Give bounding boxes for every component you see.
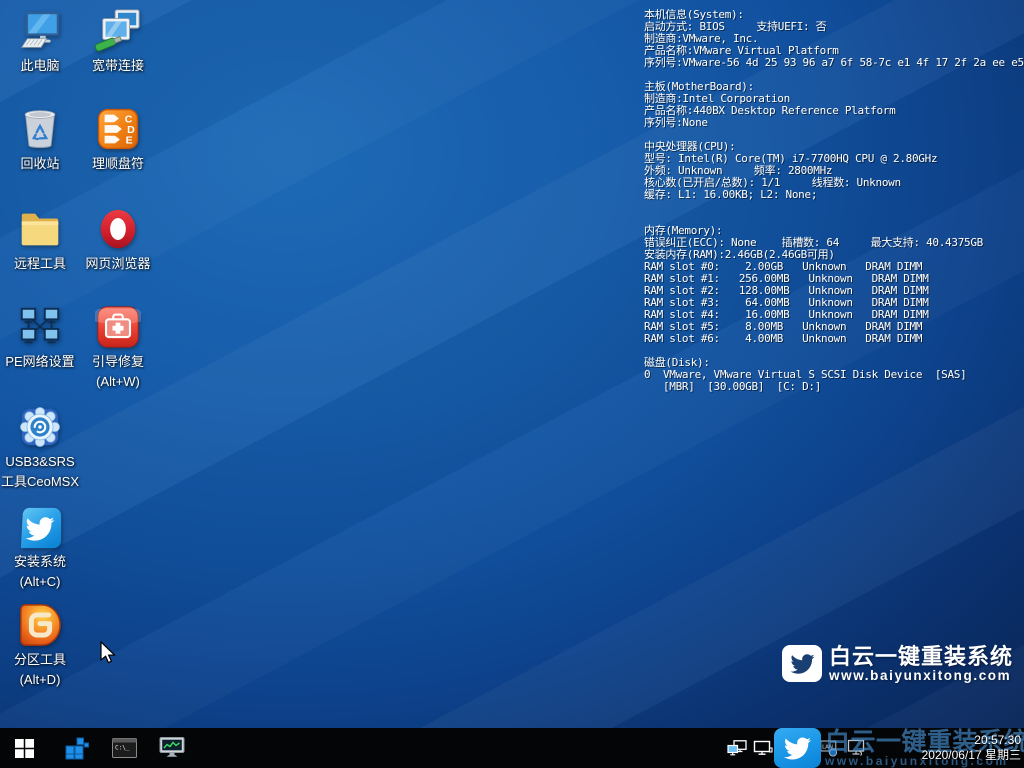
twitter-bird-icon bbox=[782, 735, 813, 762]
system-info-motherboard: 主板(MotherBoard): 制造商:Intel Corporation 产… bbox=[644, 81, 1024, 129]
mouse-cursor bbox=[100, 641, 119, 665]
system-info-cpu: 中央处理器(CPU): 型号: Intel(R) Core(TM) i7-770… bbox=[644, 141, 1024, 201]
icon-label: 此电脑 bbox=[1, 57, 79, 74]
icon-label: USB3&SRS bbox=[1, 453, 79, 470]
desktop-icon-pe-network[interactable]: PE网络设置 bbox=[1, 304, 79, 370]
icon-label: 宽带连接 bbox=[79, 57, 157, 74]
opera-browser-icon bbox=[95, 206, 141, 252]
taskbar-clock[interactable]: 20:57:30 2020/06/17 星期三 bbox=[922, 733, 1021, 763]
icon-label: 网页浏览器 bbox=[79, 255, 157, 272]
recycle-bin-icon bbox=[17, 106, 63, 152]
desktop-icon-recycle-bin[interactable]: 回收站 bbox=[1, 106, 79, 172]
desktop-icon-boot-repair[interactable]: 引导修复 (Alt+W) bbox=[79, 304, 157, 390]
taskbar-app-task-manager[interactable] bbox=[148, 728, 196, 768]
desktop-icon-drive-letter-tool[interactable]: C D E 理顺盘符 bbox=[79, 106, 157, 172]
tray-hidden-icons: LAN bbox=[820, 728, 867, 768]
cmd-prompt-text: C:\_ bbox=[115, 745, 130, 752]
folder-icon bbox=[17, 206, 63, 252]
taskbar: C:\_ bbox=[0, 728, 1024, 768]
network-settings-icon bbox=[17, 304, 63, 350]
twitter-bird-icon bbox=[789, 652, 816, 676]
icon-label: 回收站 bbox=[1, 155, 79, 172]
icon-label: 引导修复 bbox=[79, 353, 157, 370]
watermark-url: www.baiyunxitong.com bbox=[829, 669, 1013, 683]
icon-label-line2: 工具CeoMSX bbox=[1, 473, 79, 490]
cmd-window-icon: C:\_ bbox=[112, 737, 137, 759]
icon-label: 安装系统 bbox=[1, 553, 79, 570]
start-button[interactable] bbox=[0, 728, 48, 768]
monitor-network-icon bbox=[753, 740, 773, 757]
desktop-area: 此电脑 宽带连接 bbox=[0, 0, 1024, 728]
system-info-disk: 磁盘(Disk): 0 VMware, VMware Virtual S SCS… bbox=[644, 357, 1024, 393]
desktop-icon-remote-tools[interactable]: 远程工具 bbox=[1, 206, 79, 272]
lan-tray-icon[interactable]: LAN bbox=[820, 739, 838, 757]
desktop-icon-this-pc[interactable]: 此电脑 bbox=[1, 8, 79, 74]
clock-time: 20:57:30 bbox=[922, 733, 1021, 748]
brand-watermark: 白云一键重装系统 www.baiyunxitong.com bbox=[782, 645, 1013, 683]
windows-logo-icon bbox=[15, 739, 34, 758]
twitter-bird-tile-icon bbox=[17, 504, 63, 550]
computer-icon bbox=[17, 8, 63, 54]
desktop-icon-web-browser[interactable]: 网页浏览器 bbox=[79, 206, 157, 272]
desktop-icon-usb3-srs-tool[interactable]: USB3&SRS 工具CeoMSX bbox=[1, 404, 79, 490]
twitter-bird-badge bbox=[782, 645, 822, 682]
desktop-icon-broadband[interactable]: 宽带连接 bbox=[79, 8, 157, 74]
system-info-panel: 本机信息(System): 启动方式: BIOS 支持UEFI: 否 制造商:V… bbox=[644, 9, 1024, 668]
system-info-system: 本机信息(System): 启动方式: BIOS 支持UEFI: 否 制造商:V… bbox=[644, 9, 1024, 69]
pe-desktop: 此电脑 宽带连接 bbox=[0, 0, 1024, 768]
twitter-bird-badge-taskbar bbox=[774, 728, 821, 768]
system-info-memory: 内存(Memory): 错误纠正(ECC): None 插槽数: 64 最大支持… bbox=[644, 225, 1024, 345]
system-tray bbox=[724, 728, 776, 768]
icon-label-line2: (Alt+W) bbox=[79, 373, 157, 390]
first-aid-kit-icon bbox=[95, 304, 141, 350]
clock-date: 2020/06/17 星期三 bbox=[922, 748, 1021, 763]
broadband-connection-icon bbox=[95, 8, 141, 54]
taskbar-app-command-prompt[interactable]: C:\_ bbox=[100, 728, 148, 768]
icon-label-line2: (Alt+D) bbox=[1, 671, 79, 688]
performance-monitor-icon bbox=[159, 736, 185, 760]
drive-letter-e: E bbox=[126, 134, 133, 146]
icon-label: 远程工具 bbox=[1, 255, 79, 272]
icon-label: 分区工具 bbox=[1, 651, 79, 668]
gear-swirl-icon bbox=[17, 404, 63, 450]
blue-cubes-icon bbox=[63, 735, 89, 761]
watermark-title: 白云一键重装系统 bbox=[829, 645, 1013, 669]
dual-display-icon bbox=[727, 740, 747, 757]
tray-network-display[interactable] bbox=[750, 728, 776, 768]
icon-label-line2: (Alt+C) bbox=[1, 573, 79, 590]
tray-display-settings[interactable] bbox=[724, 728, 750, 768]
diskgenius-icon bbox=[17, 602, 63, 648]
display-tray-icon[interactable] bbox=[847, 739, 867, 757]
desktop-icon-install-system[interactable]: 安装系统 (Alt+C) bbox=[1, 504, 79, 590]
taskbar-app-registry-tool[interactable] bbox=[52, 728, 100, 768]
icon-label: 理顺盘符 bbox=[79, 155, 157, 172]
desktop-icon-partition-tool[interactable]: 分区工具 (Alt+D) bbox=[1, 602, 79, 688]
drive-letters-icon: C D E bbox=[95, 106, 141, 152]
icon-label: PE网络设置 bbox=[1, 353, 79, 370]
